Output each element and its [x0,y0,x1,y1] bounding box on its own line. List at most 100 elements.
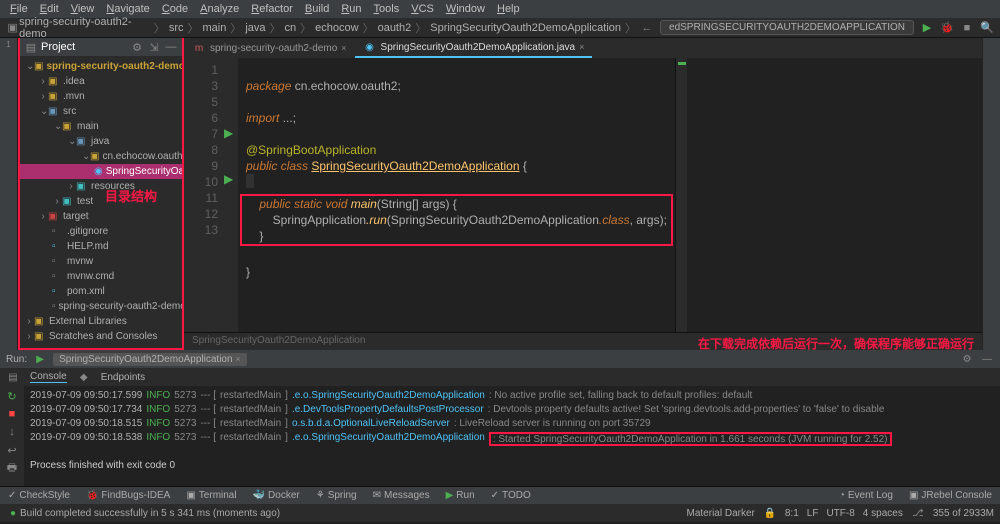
encoding[interactable]: UTF-8 [826,508,854,519]
line-ending[interactable]: LF [807,508,819,519]
editor-tab[interactable]: ◉SpringSecurityOauth2DemoApplication.jav… [355,38,593,58]
crumb-0[interactable]: spring-security-oauth2-demo [19,16,150,40]
endpoints-tab[interactable]: Endpoints [101,372,145,383]
gear-icon[interactable]: ⚙ [960,352,974,366]
tool-jrebel[interactable]: ▣ JRebel Console [901,490,1000,501]
wrap-icon[interactable]: ↩ [5,443,19,457]
tool-terminal[interactable]: ▣ Terminal [178,490,244,501]
tree-mvnwcmd[interactable]: mvnw.cmd [67,271,114,282]
tree-help[interactable]: HELP.md [67,241,109,252]
crumb-6[interactable]: oauth2 [378,22,412,34]
tool-checkstyle[interactable]: ✓ CheckStyle [0,490,78,501]
fold-icon[interactable]: ⌄ [38,106,48,117]
close-icon[interactable]: × [579,42,584,52]
tree-java[interactable]: java [91,136,109,147]
hide-icon[interactable]: — [980,352,994,366]
gutter-marks[interactable]: ▶ ▶ [224,58,238,332]
tree-pom[interactable]: pom.xml [67,286,105,297]
caret-pos[interactable]: 8:1 [785,508,799,519]
memory-indicator[interactable]: 355 of 2933M [933,508,994,519]
menu-navigate[interactable]: Navigate [100,3,155,15]
fold-icon[interactable]: ⌄ [52,121,62,132]
tree-test[interactable]: test [77,196,93,207]
project-toggle-num[interactable]: 1 [6,40,10,49]
tree-main[interactable]: main [77,121,99,132]
stop-icon[interactable]: ■ [960,21,974,35]
tree-app-class[interactable]: SpringSecurityOauth2DemoAp [106,166,182,177]
fold-icon[interactable]: › [52,196,62,207]
menu-file[interactable]: File [4,3,34,15]
line-number-gutter[interactable]: 13 567 8910 111213 [184,58,224,332]
fold-icon[interactable]: ⌄ [24,61,34,72]
crumb-7[interactable]: SpringSecurityOauth2DemoApplication [430,22,621,34]
padlock-icon[interactable]: 🔒 [763,506,777,520]
close-icon[interactable]: × [341,43,346,53]
menu-vcs[interactable]: VCS [405,3,440,15]
run-gutter-icon[interactable]: ▶ [224,172,238,186]
collapse-icon[interactable]: ⇲ [147,40,161,54]
run-gutter-icon[interactable]: ▶ [224,126,238,140]
run-tab[interactable]: SpringSecurityOauth2DemoApplication × [53,353,246,366]
down-icon[interactable]: ↓ [5,425,19,439]
crumb-3[interactable]: java [245,22,265,34]
tree-iml[interactable]: spring-security-oauth2-demo.iml [59,301,182,312]
tool-todo[interactable]: ✓ TODO [483,490,539,501]
print-icon[interactable]: 🖶 [5,461,19,475]
gear-icon[interactable]: ⚙ [130,40,144,54]
project-view-label[interactable]: Project [41,41,75,53]
fold-icon[interactable]: › [38,76,48,87]
run-config-dropdown[interactable]: edSPRINGSECURITYOAUTH2DEMOAPPLICATION [660,20,914,35]
crumb-5[interactable]: echocow [315,22,358,34]
status-icon[interactable]: ● [6,506,20,520]
crumb-1[interactable]: src [169,22,184,34]
stop-icon[interactable]: ■ [5,407,19,421]
tool-messages[interactable]: ✉ Messages [365,490,438,501]
tool-docker[interactable]: 🐳 Docker [245,490,308,501]
menu-view[interactable]: View [65,3,101,15]
menu-run[interactable]: Run [335,3,367,15]
project-tree[interactable]: ⌄▣spring-security-oauth2-demo ~/IdeaPro … [20,56,182,348]
crumb-2[interactable]: main [203,22,227,34]
menu-help[interactable]: Help [491,3,526,15]
tool-findbugs[interactable]: 🐞 FindBugs-IDEA [78,490,178,501]
menu-analyze[interactable]: Analyze [194,3,245,15]
search-icon[interactable]: 🔍 [980,21,994,35]
tree-src[interactable]: src [63,106,76,117]
close-icon[interactable]: × [235,354,240,364]
git-icon[interactable]: ⎇ [911,506,925,520]
fold-icon[interactable]: › [24,316,34,327]
tree-mvnw[interactable]: mvnw [67,256,93,267]
menu-window[interactable]: Window [440,3,491,15]
fold-icon[interactable]: ⌄ [80,151,90,162]
console-output[interactable]: 2019-07-09 09:50:17.599 INFO 5273 --- [r… [24,386,1000,486]
run-icon[interactable]: ▶ [920,21,934,35]
editor-breadcrumb[interactable]: SpringSecurityOauth2DemoApplication [192,335,365,348]
fold-icon[interactable]: › [38,211,48,222]
menu-build[interactable]: Build [299,3,335,15]
tree-gitignore[interactable]: .gitignore [67,226,108,237]
editor-tab[interactable]: mspring-security-oauth2-demo× [184,39,355,57]
fold-icon[interactable]: › [24,331,34,342]
fold-icon[interactable]: › [38,91,48,102]
tree-root[interactable]: spring-security-oauth2-demo [46,61,182,72]
crumb-4[interactable]: cn [285,22,297,34]
hide-icon[interactable]: — [164,40,178,54]
tree-idea[interactable]: .idea [63,76,85,87]
debug-icon[interactable]: 🐞 [940,21,954,35]
menu-tools[interactable]: Tools [368,3,406,15]
menu-refactor[interactable]: Refactor [245,3,299,15]
indent[interactable]: 4 spaces [863,508,903,519]
tool-run[interactable]: ▶ Run [438,490,483,501]
menu-code[interactable]: Code [156,3,194,15]
fold-icon[interactable]: › [66,181,76,192]
tool-spring[interactable]: ⚘ Spring [308,490,365,501]
right-tool-strip[interactable] [982,38,1000,350]
editor-scrollbar[interactable] [675,58,687,332]
tree-scratches[interactable]: Scratches and Consoles [49,331,157,342]
tree-mvn[interactable]: .mvn [63,91,85,102]
code-editor[interactable]: package cn.echocow.oauth2; import ...; @… [238,58,675,332]
tree-ext-libs[interactable]: External Libraries [49,316,127,327]
rerun-icon[interactable]: ↻ [5,389,19,403]
fold-icon[interactable]: ⌄ [66,136,76,147]
back-icon[interactable]: ← [640,21,654,35]
